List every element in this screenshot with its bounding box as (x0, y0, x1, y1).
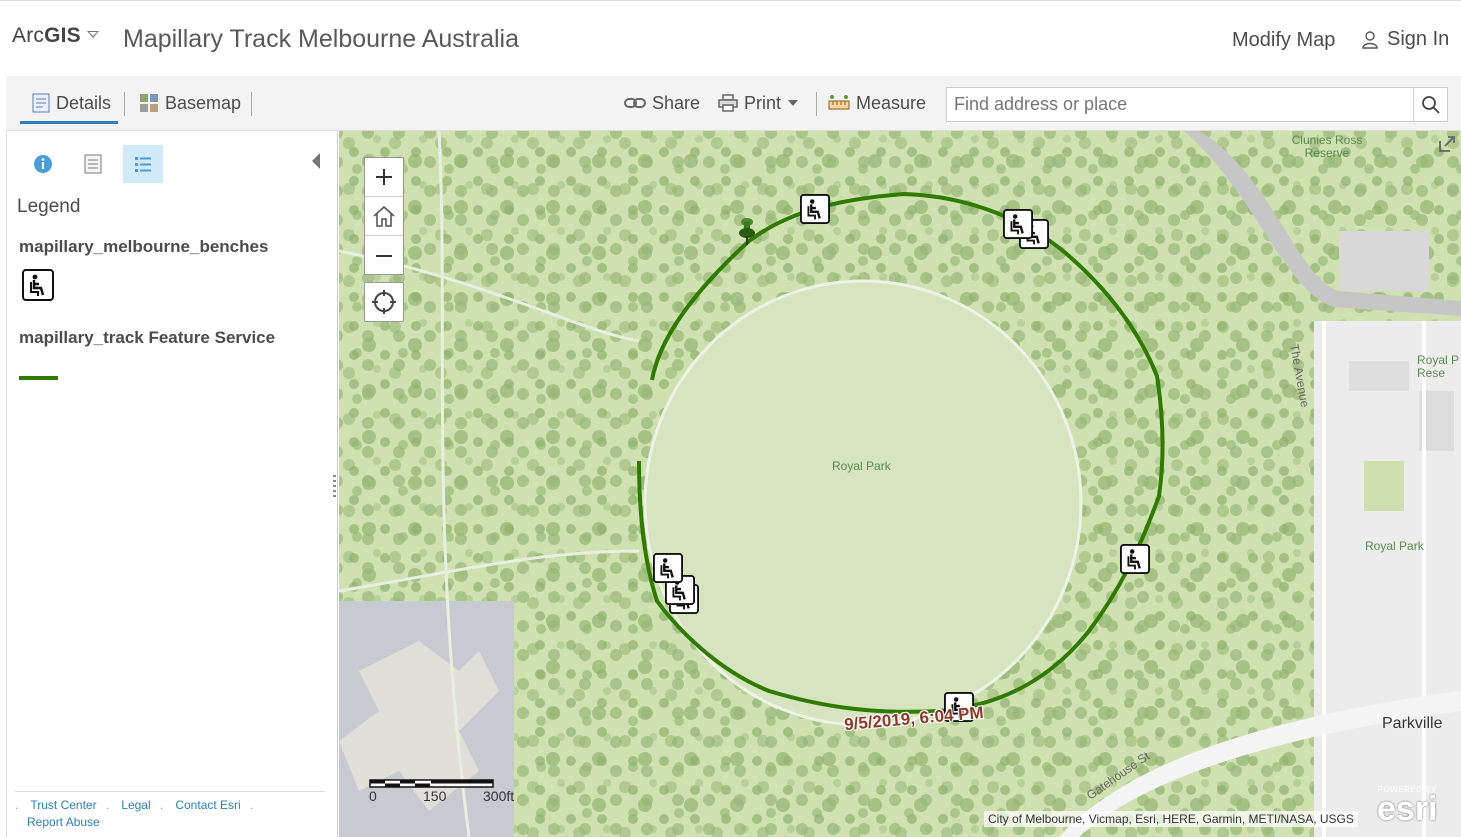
content-icon (84, 154, 102, 174)
legend-list-icon (135, 157, 151, 172)
esri-logo[interactable]: POWERED BY esri (1377, 785, 1438, 828)
trust-center-link[interactable]: Trust Center (30, 797, 96, 814)
toolbar: Details Basemap Share Print Measure (6, 76, 1461, 131)
map-attribution: City of Melbourne, Vicmap, Esri, HERE, G… (984, 811, 1358, 827)
tab-basemap[interactable]: Basemap (139, 91, 241, 115)
app-header: ArcGIS Mapillary Track Melbourne Austral… (0, 0, 1461, 76)
arcgis-logo[interactable]: ArcGIS (12, 24, 81, 48)
home-button[interactable] (365, 197, 403, 236)
expand-icon[interactable] (1439, 136, 1455, 152)
printer-icon (718, 94, 738, 112)
caret-down-icon (788, 100, 799, 106)
locate-crosshair-icon (372, 290, 396, 314)
tab-details-label: Details (56, 92, 112, 113)
basemap-grid-icon (140, 94, 158, 112)
legend-layer-name: mapillary_track Feature Service (19, 328, 276, 347)
panel-resize-handle[interactable] (333, 475, 336, 497)
modify-map-link[interactable]: Modify Map (1232, 29, 1335, 52)
tab-details[interactable]: Details (32, 91, 111, 115)
print-label: Print (744, 92, 782, 113)
sign-in-label: Sign In (1387, 28, 1450, 50)
sign-in-link[interactable]: Sign In (1362, 28, 1449, 51)
panel-tab-bar (23, 145, 163, 183)
scale-tick-label: 300ft (483, 788, 515, 804)
home-icon (373, 205, 395, 227)
minus-icon (376, 254, 392, 257)
share-button[interactable]: Share (624, 91, 700, 115)
divider (251, 92, 252, 116)
esri-wordmark: esri (1377, 790, 1438, 828)
scale-tick-label: 150 (423, 788, 447, 804)
bench-icon (22, 269, 54, 306)
measure-button[interactable]: Measure (828, 91, 926, 115)
zoom-in-button[interactable] (365, 158, 403, 197)
ruler-icon (828, 95, 850, 110)
divider (816, 92, 817, 116)
legend-layer-name: mapillary_melbourne_benches (19, 237, 269, 256)
page-title: Mapillary Track Melbourne Australia (123, 25, 519, 53)
collapse-panel-icon[interactable] (312, 153, 320, 169)
search-button[interactable] (1413, 87, 1448, 122)
zoom-control (364, 157, 404, 275)
details-panel: Legend mapillary_melbourne_benches mapil… (6, 131, 338, 837)
details-icon (32, 93, 50, 113)
about-tab[interactable] (23, 145, 63, 183)
legal-link[interactable]: Legal (121, 797, 150, 814)
park-label: Royal Park (1365, 539, 1424, 553)
link-icon (624, 98, 646, 108)
reserve-label: Royal P Rese (1417, 353, 1460, 380)
scale-labels: 0 150 300ft (369, 788, 569, 804)
search-input[interactable] (946, 87, 1414, 122)
bench-marker[interactable] (800, 194, 830, 224)
tab-basemap-label: Basemap (165, 92, 242, 113)
park-label: Royal Park (832, 459, 891, 473)
zoom-out-button[interactable] (365, 236, 403, 275)
search-icon (1421, 95, 1440, 114)
legend-tab[interactable] (123, 145, 163, 183)
scale-tick-label: 0 (369, 788, 377, 804)
user-icon (1362, 30, 1378, 49)
print-button[interactable]: Print (718, 91, 799, 115)
share-label: Share (652, 92, 701, 113)
map-view[interactable]: Royal Park Royal Park Clunies Ross Reser… (339, 131, 1461, 837)
track-line-symbol (19, 376, 58, 380)
measure-label: Measure (856, 92, 927, 113)
contact-esri-link[interactable]: Contact Esri (175, 797, 240, 814)
divider (124, 92, 125, 116)
content-tab[interactable] (73, 145, 113, 183)
legend-heading: Legend (17, 196, 81, 217)
plus-icon (376, 169, 392, 185)
bench-marker[interactable] (1120, 544, 1150, 574)
locate-button[interactable] (364, 282, 404, 322)
bench-marker[interactable] (653, 553, 683, 583)
suburb-label: Parkville (1382, 715, 1443, 732)
bench-marker[interactable] (1003, 209, 1033, 239)
reserve-label: Clunies Ross Reserve (1291, 133, 1363, 160)
pin-marker-icon[interactable] (737, 218, 757, 246)
active-tab-indicator (20, 121, 118, 124)
footer-links: . Trust Center . Legal . Contact Esri . Rep… (15, 791, 325, 831)
report-abuse-link[interactable]: Report Abuse (27, 814, 100, 831)
chevron-down-icon[interactable] (87, 31, 99, 38)
basemap-imagery (339, 131, 1461, 837)
info-icon (34, 155, 52, 173)
